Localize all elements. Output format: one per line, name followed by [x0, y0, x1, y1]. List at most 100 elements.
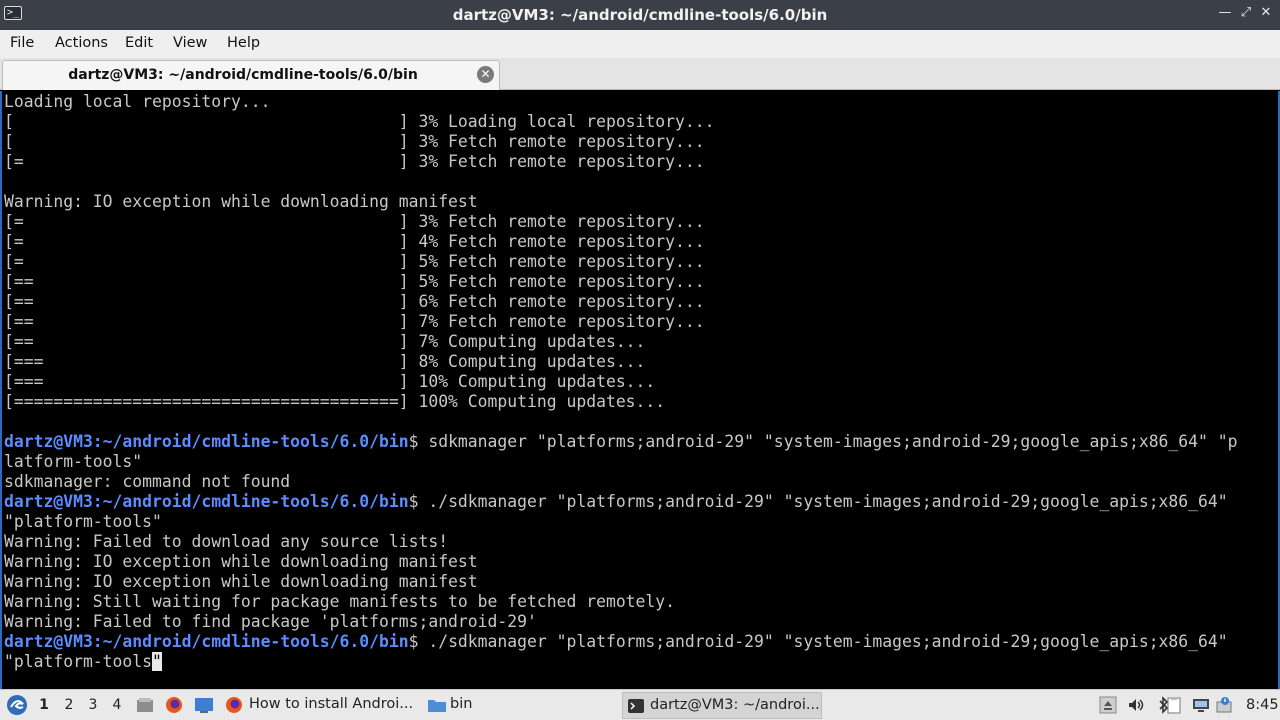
- task-label: bin: [450, 696, 473, 712]
- line-text: Warning: IO exception while downloading …: [4, 572, 478, 591]
- terminal-line: [=== ] 10% Computing updates...: [4, 372, 1238, 392]
- window-titlebar: >_ dartz@VM3: ~/android/cmdline-tools/6.…: [0, 0, 1280, 30]
- taskbar-task-folder[interactable]: bin: [424, 692, 614, 719]
- terminal-line: [=======================================…: [4, 392, 1238, 412]
- terminal-line: "platform-tools": [4, 512, 1238, 532]
- window-title: dartz@VM3: ~/android/cmdline-tools/6.0/b…: [452, 6, 828, 24]
- workspace-1[interactable]: 1: [37, 697, 51, 713]
- terminal-line: [== ] 7% Computing updates...: [4, 332, 1238, 352]
- line-text: [== ] 6% Fetch remote repository...: [4, 292, 705, 311]
- tab-close-icon[interactable]: ✕: [477, 66, 494, 83]
- terminal-line: [ ] 3% Loading local repository...: [4, 112, 1238, 132]
- menu-view[interactable]: View: [173, 35, 207, 51]
- shell-prompt: dartz@VM3:~/android/cmdline-tools/6.0/bi…: [4, 632, 409, 651]
- line-text: Warning: Failed to download any source l…: [4, 532, 449, 551]
- terminal-tab[interactable]: dartz@VM3: ~/android/cmdline-tools/6.0/b…: [2, 60, 500, 90]
- line-text: [= ] 3% Fetch remote repository...: [4, 212, 705, 231]
- close-window-button[interactable]: ✕: [1258, 5, 1274, 20]
- terminal-line: [= ] 4% Fetch remote repository...: [4, 232, 1238, 252]
- network-icon[interactable]: [1191, 696, 1209, 714]
- taskbar-task-browser[interactable]: How to install Androi...: [222, 692, 417, 719]
- line-text: "platform-tools: [4, 652, 153, 671]
- line-text: [ ] 3% Fetch remote repository...: [4, 132, 705, 151]
- terminal-line: dartz@VM3:~/android/cmdline-tools/6.0/bi…: [4, 632, 1238, 652]
- minimize-button[interactable]: —: [1217, 5, 1233, 20]
- terminal-line: Warning: IO exception while downloading …: [4, 572, 1238, 592]
- line-text: Warning: Still waiting for package manif…: [4, 592, 676, 611]
- task-label: How to install Androi...: [249, 696, 414, 712]
- line-text: [= ] 3% Fetch remote repository...: [4, 152, 705, 171]
- workspace-2[interactable]: 2: [62, 697, 76, 713]
- line-text: [=== ] 8% Computing updates...: [4, 352, 646, 371]
- maximize-button[interactable]: ⤢: [1238, 5, 1254, 20]
- taskbar: 1 2 3 4 How to install Androi... bin dar…: [0, 689, 1280, 720]
- terminal-line: sdkmanager: command not found: [4, 472, 1238, 492]
- line-text: [== ] 7% Fetch remote repository...: [4, 312, 705, 331]
- terminal-line: Warning: IO exception while downloading …: [4, 192, 1238, 212]
- terminal-line: [ ] 3% Fetch remote repository...: [4, 132, 1238, 152]
- terminal-line: [= ] 3% Fetch remote repository...: [4, 212, 1238, 232]
- terminal-line: Warning: Failed to download any source l…: [4, 532, 1238, 552]
- line-text: Loading local repository...: [4, 92, 271, 111]
- desktop-launcher-icon[interactable]: [194, 696, 213, 714]
- eject-icon[interactable]: [1099, 696, 1117, 714]
- terminal-line: [=== ] 8% Computing updates...: [4, 352, 1238, 372]
- menu-bar: File Actions Edit View Help: [0, 30, 1280, 58]
- clipboard-icon[interactable]: [1165, 696, 1183, 714]
- terminal-cursor: ": [152, 652, 162, 671]
- tab-bar: dartz@VM3: ~/android/cmdline-tools/6.0/b…: [0, 58, 1280, 90]
- menu-help[interactable]: Help: [227, 35, 260, 51]
- terminal-line: Loading local repository...: [4, 92, 1238, 112]
- terminal-line: Warning: Still waiting for package manif…: [4, 592, 1238, 612]
- terminal-line: [= ] 3% Fetch remote repository...: [4, 152, 1238, 172]
- terminal-line: dartz@VM3:~/android/cmdline-tools/6.0/bi…: [4, 492, 1238, 512]
- task-label: dartz@VM3: ~/androi...: [650, 697, 820, 713]
- line-text: [== ] 5% Fetch remote repository...: [4, 272, 705, 291]
- folder-icon: [428, 700, 446, 712]
- line-text: [=== ] 10% Computing updates...: [4, 372, 656, 391]
- line-text: [ ] 3% Loading local repository...: [4, 112, 715, 131]
- file-manager-launcher-icon[interactable]: [136, 696, 154, 714]
- firefox-icon: [226, 697, 242, 713]
- firefox-launcher-icon[interactable]: [165, 696, 183, 714]
- line-text: "platform-tools": [4, 512, 162, 531]
- terminal-line: Warning: IO exception while downloading …: [4, 552, 1238, 572]
- line-text: $ ./sdkmanager "platforms;android-29" "s…: [408, 632, 1228, 651]
- menu-file[interactable]: File: [10, 35, 34, 51]
- shell-prompt: dartz@VM3:~/android/cmdline-tools/6.0/bi…: [4, 492, 409, 511]
- updates-icon[interactable]: [1215, 696, 1233, 714]
- terminal-line: [== ] 5% Fetch remote repository...: [4, 272, 1238, 292]
- line-text: sdkmanager: command not found: [4, 472, 291, 491]
- tab-label: dartz@VM3: ~/android/cmdline-tools/6.0/b…: [68, 67, 418, 83]
- line-text: $ ./sdkmanager "platforms;android-29" "s…: [408, 492, 1228, 511]
- line-text: [= ] 5% Fetch remote repository...: [4, 252, 705, 271]
- terminal-output[interactable]: Loading local repository...[ ] 3% Loadin…: [0, 91, 1280, 689]
- terminal-lines: Loading local repository...[ ] 3% Loadin…: [4, 92, 1238, 672]
- clock[interactable]: 8:45: [1246, 697, 1279, 713]
- terminal-line: "platform-tools": [4, 652, 1238, 672]
- menu-edit[interactable]: Edit: [125, 35, 153, 51]
- shell-prompt: dartz@VM3:~/android/cmdline-tools/6.0/bi…: [4, 432, 409, 451]
- line-text: Warning: Failed to find package 'platfor…: [4, 612, 537, 631]
- terminal-line: [== ] 7% Fetch remote repository...: [4, 312, 1238, 332]
- start-menu-icon[interactable]: [6, 693, 28, 720]
- terminal-line: [== ] 6% Fetch remote repository...: [4, 292, 1238, 312]
- line-text: [== ] 7% Computing updates...: [4, 332, 646, 351]
- menu-actions[interactable]: Actions: [55, 35, 108, 51]
- terminal-line: Warning: Failed to find package 'platfor…: [4, 612, 1238, 632]
- volume-icon[interactable]: [1127, 696, 1145, 714]
- line-text: latform-tools": [4, 452, 143, 471]
- workspace-4[interactable]: 4: [110, 697, 124, 713]
- terminal-line: [= ] 5% Fetch remote repository...: [4, 252, 1238, 272]
- line-text: [= ] 4% Fetch remote repository...: [4, 232, 705, 251]
- terminal-icon: [628, 699, 644, 713]
- line-text: $ sdkmanager "platforms;android-29" "sys…: [408, 432, 1238, 451]
- taskbar-task-terminal[interactable]: dartz@VM3: ~/androi...: [622, 692, 822, 719]
- workspace-3[interactable]: 3: [86, 697, 100, 713]
- line-text: Warning: IO exception while downloading …: [4, 192, 478, 211]
- line-text: [=======================================…: [4, 392, 666, 411]
- terminal-line: latform-tools": [4, 452, 1238, 472]
- terminal-line: dartz@VM3:~/android/cmdline-tools/6.0/bi…: [4, 432, 1238, 452]
